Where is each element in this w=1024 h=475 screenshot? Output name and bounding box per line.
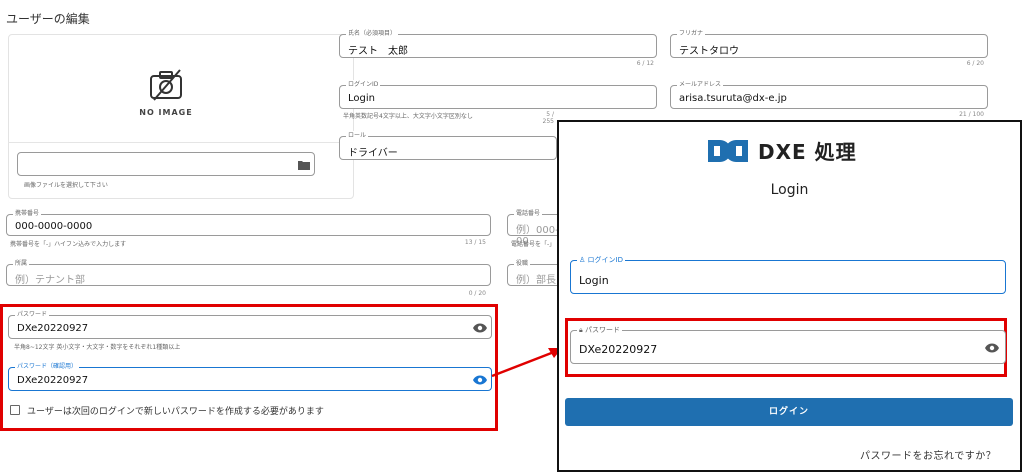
no-image-label: NO IMAGE bbox=[139, 108, 193, 117]
no-image-icon bbox=[150, 69, 182, 101]
password-confirm-field[interactable]: パスワード（確認用） DXe20220927 bbox=[8, 362, 492, 391]
login-password-input[interactable]: 🔒︎ パスワード DXe20220927 bbox=[570, 325, 1006, 364]
new-password-checkbox-label: ユーザーは次回のログインで新しいパスワードを作成する必要があります bbox=[27, 407, 324, 417]
affiliation-label: 所属 bbox=[13, 259, 30, 269]
name-field[interactable]: 氏名（必須項目） テスト 太郎 bbox=[339, 29, 657, 58]
eye-icon[interactable] bbox=[473, 375, 487, 385]
login-id-field[interactable]: ログインID Login bbox=[339, 80, 657, 109]
password-label: パスワード bbox=[15, 310, 50, 320]
login-id-input-value: Login bbox=[579, 274, 609, 287]
login-id-input-label: ♙ ログインID bbox=[577, 255, 625, 265]
name-counter: 6 / 12 bbox=[636, 60, 654, 67]
furigana-counter: 6 / 20 bbox=[966, 60, 984, 67]
login-id-value: Login bbox=[348, 93, 375, 104]
login-id-label: ログインID bbox=[346, 80, 381, 90]
logo-text: DXE 処理 bbox=[758, 140, 857, 164]
eye-icon[interactable] bbox=[473, 323, 487, 333]
phone-helper: 電話番号を「-」 bbox=[511, 241, 556, 248]
role-label: ロール bbox=[346, 131, 369, 141]
new-password-checkbox[interactable] bbox=[10, 405, 20, 415]
login-password-value: DXe20220927 bbox=[579, 343, 658, 356]
password-confirm-label: パスワード（確認用） bbox=[15, 362, 80, 372]
mobile-helper: 携帯番号を「-」ハイフン込みで入力します bbox=[10, 241, 127, 248]
furigana-value: テストタロウ bbox=[679, 46, 739, 57]
affiliation-field[interactable]: 所属 例）テナント部 bbox=[6, 259, 491, 286]
phone-label: 電話番号 bbox=[514, 209, 543, 219]
login-password-label: 🔒︎ パスワード bbox=[577, 325, 622, 335]
dxe-logo-icon bbox=[708, 140, 748, 162]
login-id-counter: 5 / 255 bbox=[542, 111, 554, 125]
image-card-divider bbox=[8, 142, 354, 143]
furigana-label: フリガナ bbox=[677, 29, 706, 39]
email-field[interactable]: メールアドレス arisa.tsuruta@dx-e.jp bbox=[670, 80, 988, 109]
user-icon: ♙ bbox=[579, 256, 588, 264]
mobile-field[interactable]: 携帯番号 000-0000-0000 bbox=[6, 209, 491, 236]
email-value: arisa.tsuruta@dx-e.jp bbox=[679, 93, 787, 104]
position-label: 役職 bbox=[514, 259, 531, 269]
page-title: ユーザーの編集 bbox=[6, 12, 90, 26]
password-confirm-value: DXe20220927 bbox=[17, 375, 89, 386]
mobile-counter: 13 / 15 bbox=[464, 239, 486, 246]
email-label: メールアドレス bbox=[677, 80, 724, 90]
login-title: Login bbox=[770, 182, 809, 198]
image-file-input[interactable] bbox=[17, 152, 315, 176]
login-id-helper: 半角英数記号4文字以上、大文字小文字区別なし bbox=[343, 113, 473, 120]
image-file-helper: 画像ファイルを選択して下さい bbox=[24, 182, 108, 189]
login-id-input[interactable]: ♙ ログインID Login bbox=[570, 255, 1006, 294]
arrow-icon bbox=[491, 348, 562, 378]
name-label: 氏名（必須項目） bbox=[346, 29, 399, 39]
eye-icon[interactable] bbox=[985, 343, 999, 353]
password-value: DXe20220927 bbox=[17, 323, 89, 334]
password-helper: 半角8~12文字 英小文字・大文字・数字をそれぞれ1種類以上 bbox=[14, 344, 181, 351]
furigana-field[interactable]: フリガナ テストタロウ bbox=[670, 29, 988, 58]
role-value: ドライバー bbox=[348, 148, 398, 159]
affiliation-placeholder: 例）テナント部 bbox=[15, 275, 85, 286]
role-select[interactable]: ロール ドライバー bbox=[339, 131, 557, 160]
name-value: テスト 太郎 bbox=[348, 46, 408, 57]
forgot-password-link[interactable]: パスワードをお忘れですか？ bbox=[860, 447, 996, 462]
mobile-label: 携帯番号 bbox=[13, 209, 42, 219]
mobile-value: 000-0000-0000 bbox=[15, 221, 93, 232]
email-counter: 21 / 100 bbox=[959, 111, 984, 118]
password-field[interactable]: パスワード DXe20220927 bbox=[8, 310, 492, 339]
position-placeholder: 例）部長 bbox=[516, 275, 556, 286]
login-button[interactable]: ログイン bbox=[565, 398, 1013, 426]
affiliation-counter: 0 / 20 bbox=[468, 290, 486, 297]
folder-icon[interactable] bbox=[298, 160, 310, 170]
